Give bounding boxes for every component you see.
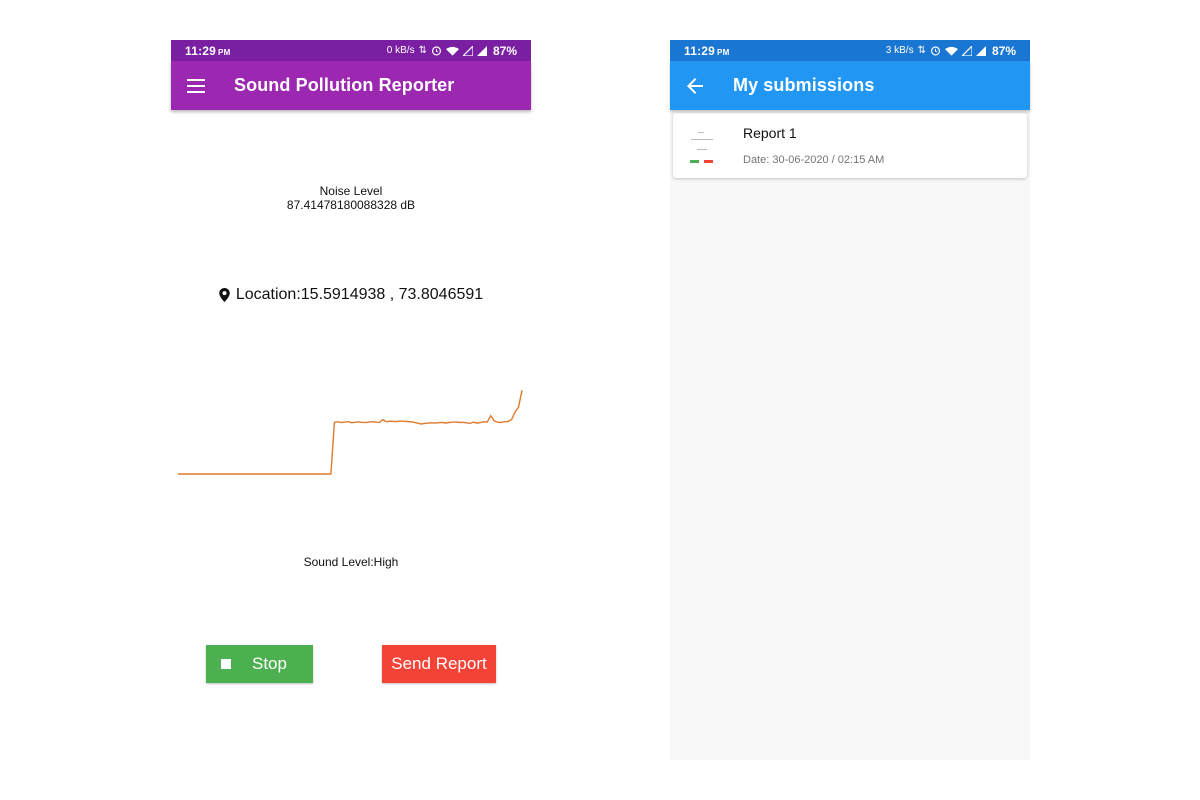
alarm-icon	[431, 46, 442, 56]
noise-level-value: 87.41478180088328 dB	[286, 198, 416, 212]
net-speed: 0 kB/s	[386, 45, 415, 56]
submission-card[interactable]: Report 1 Date: 30-06-2020 / 02:15 AM	[673, 113, 1027, 178]
stop-icon	[221, 659, 231, 669]
location-row: Location:15.5914938 , 73.8046591	[171, 286, 531, 304]
data-arrows-icon: ⇅	[917, 45, 926, 56]
status-bar: 11:29 PM 3 kB/s ⇅ 87%	[670, 40, 1030, 61]
back-button[interactable]	[670, 61, 720, 110]
send-report-button[interactable]: Send Report	[382, 645, 496, 683]
location-text: Location:15.5914938 , 73.8046591	[235, 286, 484, 303]
status-time: 11:29 PM	[185, 43, 231, 58]
status-bar: 11:29 PM 0 kB/s ⇅ 87%	[171, 40, 531, 61]
stop-button-label: Stop	[252, 654, 287, 673]
status-icons: 0 kB/s ⇅ 87%	[387, 44, 517, 58]
signal-icon-2	[975, 45, 986, 56]
battery-percent: 87%	[991, 43, 1016, 58]
wifi-icon	[445, 46, 459, 56]
signal-icon	[462, 45, 473, 56]
noise-level-label: Noise Level	[319, 184, 383, 198]
data-arrows-icon: ⇅	[418, 45, 427, 56]
arrow-back-icon	[687, 77, 703, 94]
noise-level-chart	[178, 390, 523, 475]
app-bar: Sound Pollution Reporter	[171, 61, 531, 110]
wifi-icon	[944, 46, 958, 56]
alarm-icon	[930, 46, 941, 56]
signal-icon-2	[476, 45, 487, 56]
sound-level-text: Sound Level:High	[303, 555, 399, 569]
page-title: My submissions	[733, 75, 875, 95]
send-report-label: Send Report	[391, 654, 487, 673]
menu-button[interactable]	[171, 61, 221, 110]
app-bar: My submissions	[670, 61, 1030, 110]
submission-date: Date: 30-06-2020 / 02:15 AM	[743, 154, 885, 166]
stop-button[interactable]: Stop	[206, 645, 313, 683]
battery-percent: 87%	[492, 43, 517, 58]
hamburger-menu-icon	[187, 78, 205, 93]
submission-title: Report 1	[743, 125, 797, 141]
status-icons: 3 kB/s ⇅ 87%	[886, 44, 1016, 58]
my-submissions-screen: 11:29 PM 3 kB/s ⇅ 87% My submissions Repo…	[670, 40, 1030, 760]
signal-icon	[961, 45, 972, 56]
status-time: 11:29 PM	[684, 43, 730, 58]
location-pin-icon	[219, 288, 230, 302]
app-title: Sound Pollution Reporter	[234, 75, 455, 95]
net-speed: 3 kB/s	[885, 45, 914, 56]
sound-reporter-screen: 11:29 PM 0 kB/s ⇅ 87% Sound Pollution Rep…	[171, 40, 531, 760]
report-thumbnail	[687, 125, 717, 171]
noise-series-line	[178, 390, 523, 475]
